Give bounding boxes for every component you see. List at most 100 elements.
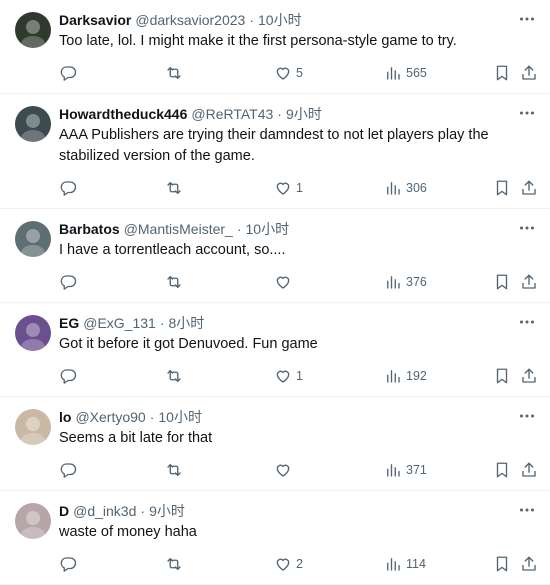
more-options-icon[interactable] — [518, 104, 536, 122]
like-button[interactable]: 2 — [274, 555, 303, 573]
retweet-button[interactable] — [165, 555, 187, 573]
bookmark-button[interactable] — [493, 179, 511, 197]
views-button[interactable]: 114 — [384, 555, 426, 573]
views-button[interactable]: 192 — [384, 367, 427, 385]
avatar[interactable] — [15, 106, 51, 142]
reply-icon — [60, 66, 77, 81]
display-name[interactable]: Howardtheduck446 — [59, 104, 187, 124]
like-button[interactable]: 1 — [274, 367, 303, 385]
timestamp[interactable]: 9小时 — [149, 501, 185, 521]
heart-icon — [276, 276, 290, 289]
share-button[interactable] — [520, 555, 538, 573]
user-handle[interactable]: @darksavior2023 — [135, 10, 245, 30]
heart-icon — [276, 464, 290, 477]
like-button[interactable]: 5 — [274, 64, 303, 82]
more-options-icon[interactable] — [518, 501, 536, 519]
reply-button[interactable] — [59, 555, 81, 573]
bookmark-icon — [496, 368, 508, 384]
reply-button[interactable] — [59, 273, 81, 291]
retweet-button[interactable] — [165, 64, 187, 82]
timestamp[interactable]: 10小时 — [258, 10, 302, 30]
display-name[interactable]: lo — [59, 407, 71, 427]
reply-button[interactable] — [59, 367, 81, 385]
views-button[interactable]: 371 — [384, 461, 427, 479]
views-button[interactable]: 565 — [384, 64, 427, 82]
like-button[interactable] — [274, 273, 296, 291]
retweet-button[interactable] — [165, 461, 187, 479]
share-button[interactable] — [520, 273, 538, 291]
share-icon — [522, 462, 536, 477]
reply-button[interactable] — [59, 461, 81, 479]
share-button[interactable] — [520, 179, 538, 197]
retweet-icon — [167, 464, 181, 476]
heart-icon — [276, 370, 290, 383]
tweet[interactable]: EG @ExG_131 · 8小时 Got it before it got D… — [0, 303, 550, 397]
share-icon — [522, 556, 536, 571]
avatar[interactable] — [15, 12, 51, 48]
timestamp[interactable]: 10小时 — [158, 407, 202, 427]
tweet[interactable]: D @d_ink3d · 9小时 waste of money haha 2 1… — [0, 491, 550, 585]
timestamp[interactable]: 10小时 — [246, 219, 290, 239]
more-options-icon[interactable] — [518, 313, 536, 331]
display-name[interactable]: Darksavior — [59, 10, 131, 30]
retweet-button[interactable] — [165, 367, 187, 385]
tweet[interactable]: lo @Xertyo90 · 10小时 Seems a bit late for… — [0, 397, 550, 491]
heart-icon — [276, 67, 290, 80]
retweet-icon — [167, 182, 181, 194]
timestamp[interactable]: 8小时 — [169, 313, 205, 333]
views-button[interactable]: 306 — [384, 179, 427, 197]
bookmark-icon — [496, 274, 508, 290]
bookmark-button[interactable] — [493, 555, 511, 573]
user-handle[interactable]: @ExG_131 — [83, 313, 156, 333]
tweet-text: Got it before it got Denuvoed. Fun game — [59, 336, 318, 352]
like-button[interactable] — [274, 461, 296, 479]
more-options-icon[interactable] — [518, 407, 536, 425]
timestamp[interactable]: 9小时 — [286, 104, 322, 124]
separator-dot: · — [159, 315, 165, 331]
avatar[interactable] — [15, 503, 51, 539]
bookmark-button[interactable] — [493, 367, 511, 385]
like-button[interactable]: 1 — [274, 179, 303, 197]
user-handle[interactable]: @Xertyo90 — [75, 407, 145, 427]
separator-dot: · — [236, 221, 242, 237]
avatar[interactable] — [15, 221, 51, 257]
display-name[interactable]: EG — [59, 313, 79, 333]
user-handle[interactable]: @d_ink3d — [73, 501, 136, 521]
separator-dot: · — [149, 409, 155, 425]
reply-icon — [60, 181, 77, 196]
user-handle[interactable]: @ReRTAT43 — [191, 104, 273, 124]
retweet-icon — [167, 558, 181, 570]
more-options-icon[interactable] — [518, 219, 536, 237]
reply-feed: Darksavior @darksavior2023 · 10小时 Too la… — [0, 0, 550, 585]
tweet-actions: 376 — [59, 267, 536, 297]
share-button[interactable] — [520, 64, 538, 82]
avatar[interactable] — [15, 409, 51, 445]
bookmark-button[interactable] — [493, 64, 511, 82]
tweet[interactable]: Barbatos @MantisMeister_ · 10小时 I have a… — [0, 209, 550, 303]
reply-button[interactable] — [59, 179, 81, 197]
tweet[interactable]: Darksavior @darksavior2023 · 10小时 Too la… — [0, 0, 550, 94]
share-button[interactable] — [520, 367, 538, 385]
bookmark-button[interactable] — [493, 461, 511, 479]
retweet-button[interactable] — [165, 273, 187, 291]
avatar[interactable] — [15, 315, 51, 351]
views-button[interactable]: 376 — [384, 273, 427, 291]
reply-icon — [60, 557, 77, 572]
tweet[interactable]: Howardtheduck446 @ReRTAT43 · 9小时 AAA Pub… — [0, 94, 550, 209]
user-handle[interactable]: @MantisMeister_ — [124, 219, 233, 239]
reply-button[interactable] — [59, 64, 81, 82]
share-button[interactable] — [520, 461, 538, 479]
separator-dot: · — [140, 503, 146, 519]
reply-icon — [60, 463, 77, 478]
heart-icon — [276, 182, 290, 195]
views-chart-icon — [387, 67, 400, 80]
more-options-icon[interactable] — [518, 10, 536, 28]
reply-icon — [60, 275, 77, 290]
bookmark-button[interactable] — [493, 273, 511, 291]
retweet-icon — [167, 67, 181, 79]
retweet-button[interactable] — [165, 179, 187, 197]
share-icon — [522, 274, 536, 289]
share-icon — [522, 65, 536, 80]
display-name[interactable]: Barbatos — [59, 219, 120, 239]
display-name[interactable]: D — [59, 501, 69, 521]
